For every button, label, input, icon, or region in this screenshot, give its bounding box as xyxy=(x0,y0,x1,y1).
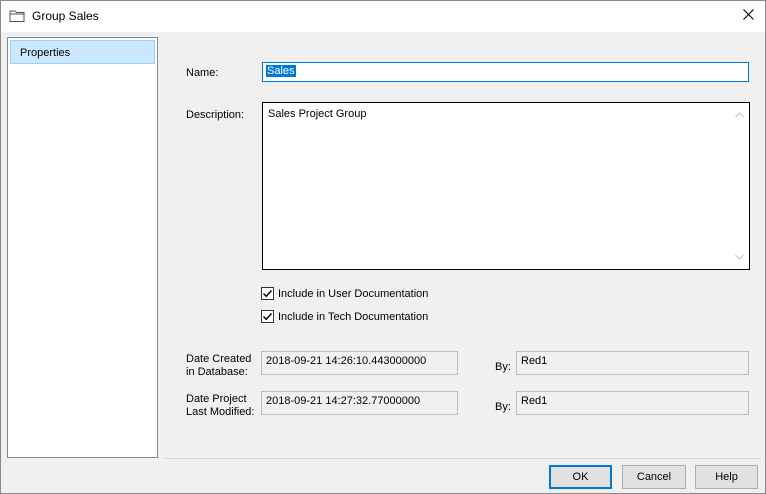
ok-button[interactable]: OK xyxy=(549,465,612,489)
dialog-window: Group Sales Properties Name: Sales Descr… xyxy=(0,0,766,494)
created-by-field: Red1 xyxy=(516,351,749,375)
nav-item-properties[interactable]: Properties xyxy=(10,40,155,64)
last-modified-field: 2018-09-21 14:27:32.77000000 xyxy=(261,391,458,415)
modified-by-field: Red1 xyxy=(516,391,749,415)
chevron-down-icon[interactable] xyxy=(735,251,744,263)
modified-by-value: Red1 xyxy=(521,395,548,407)
name-label: Name: xyxy=(186,67,219,79)
last-modified-value: 2018-09-21 14:27:32.77000000 xyxy=(266,395,421,407)
footer-divider xyxy=(164,458,761,459)
name-field[interactable]: Sales xyxy=(262,62,749,82)
include-user-doc-row[interactable]: Include in User Documentation xyxy=(261,286,428,301)
description-label: Description: xyxy=(186,109,245,121)
include-tech-doc-label: Include in Tech Documentation xyxy=(278,310,429,323)
modified-by-label: By: xyxy=(495,401,511,413)
checkmark-icon xyxy=(263,313,273,321)
help-button[interactable]: Help xyxy=(695,465,758,489)
description-scrollbar[interactable] xyxy=(731,104,748,268)
folder-icon xyxy=(9,9,26,23)
close-button[interactable] xyxy=(731,1,765,31)
description-field[interactable]: Sales Project Group xyxy=(262,102,750,270)
nav-item-label: Properties xyxy=(20,47,71,59)
title-bar: Group Sales xyxy=(1,1,765,32)
window-title: Group Sales xyxy=(32,9,99,23)
cancel-button[interactable]: Cancel xyxy=(622,465,686,489)
description-value: Sales Project Group xyxy=(268,108,367,120)
created-by-value: Red1 xyxy=(521,355,548,367)
include-tech-doc-row[interactable]: Include in Tech Documentation xyxy=(261,309,428,324)
name-value: Sales xyxy=(266,65,296,77)
checkmark-icon xyxy=(263,290,273,298)
include-tech-doc-checkbox[interactable] xyxy=(261,310,274,323)
date-created-value: 2018-09-21 14:26:10.443000000 xyxy=(266,355,427,367)
chevron-up-icon[interactable] xyxy=(735,109,744,121)
date-created-label-line1: Date Created xyxy=(186,353,252,365)
created-by-label: By: xyxy=(495,361,511,373)
last-modified-label-line2: Last Modified: xyxy=(186,406,255,418)
navigation-pane: Properties xyxy=(7,37,158,458)
date-created-field: 2018-09-21 14:26:10.443000000 xyxy=(261,351,458,375)
close-icon xyxy=(742,9,754,23)
date-created-label-line2: in Database: xyxy=(186,366,248,378)
help-button-label: Help xyxy=(715,471,738,483)
include-user-doc-label: Include in User Documentation xyxy=(278,287,429,300)
last-modified-label-line1: Date Project xyxy=(186,393,247,405)
include-user-doc-checkbox[interactable] xyxy=(261,287,274,300)
cancel-button-label: Cancel xyxy=(636,471,672,483)
ok-button-label: OK xyxy=(572,471,589,483)
